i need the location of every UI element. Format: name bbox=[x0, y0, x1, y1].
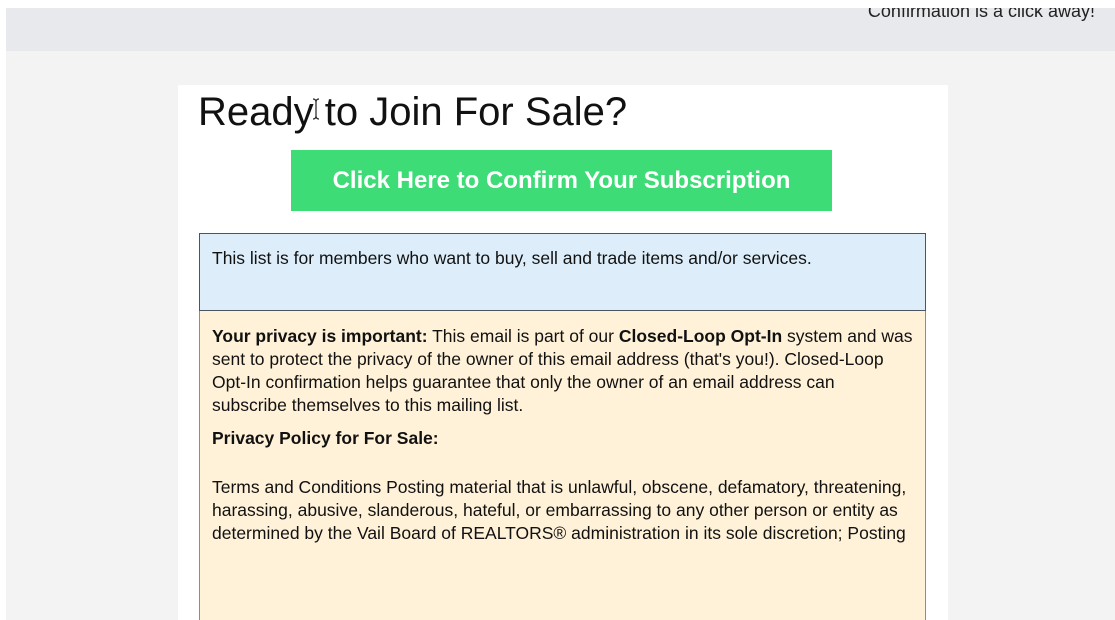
text-cursor-icon bbox=[312, 98, 320, 120]
top-banner: Confirmation is a click away! bbox=[6, 8, 1115, 51]
page-background: Confirmation is a click away! Ready to J… bbox=[6, 8, 1115, 620]
privacy-text-1: This email is part of our bbox=[427, 326, 619, 346]
privacy-notice-box: Your privacy is important: This email is… bbox=[199, 311, 926, 620]
confirm-subscription-button[interactable]: Click Here to Confirm Your Subscription bbox=[291, 150, 832, 211]
banner-text: Confirmation is a click away! bbox=[867, 8, 1095, 21]
list-description-box: This list is for members who want to buy… bbox=[199, 233, 926, 311]
privacy-label: Your privacy is important: bbox=[212, 326, 428, 346]
privacy-policy-heading: Privacy Policy for For Sale: bbox=[212, 428, 439, 448]
privacy-paragraph: Your privacy is important: This email is… bbox=[212, 325, 913, 417]
system-name: Closed-Loop Opt-In bbox=[618, 326, 783, 346]
privacy-policy-body: Terms and Conditions Posting material th… bbox=[212, 477, 907, 543]
page-title: Ready to Join For Sale? bbox=[198, 90, 628, 134]
confirmation-card: Ready to Join For Sale? Click Here to Co… bbox=[178, 85, 948, 620]
list-description-text: This list is for members who want to buy… bbox=[212, 248, 812, 268]
